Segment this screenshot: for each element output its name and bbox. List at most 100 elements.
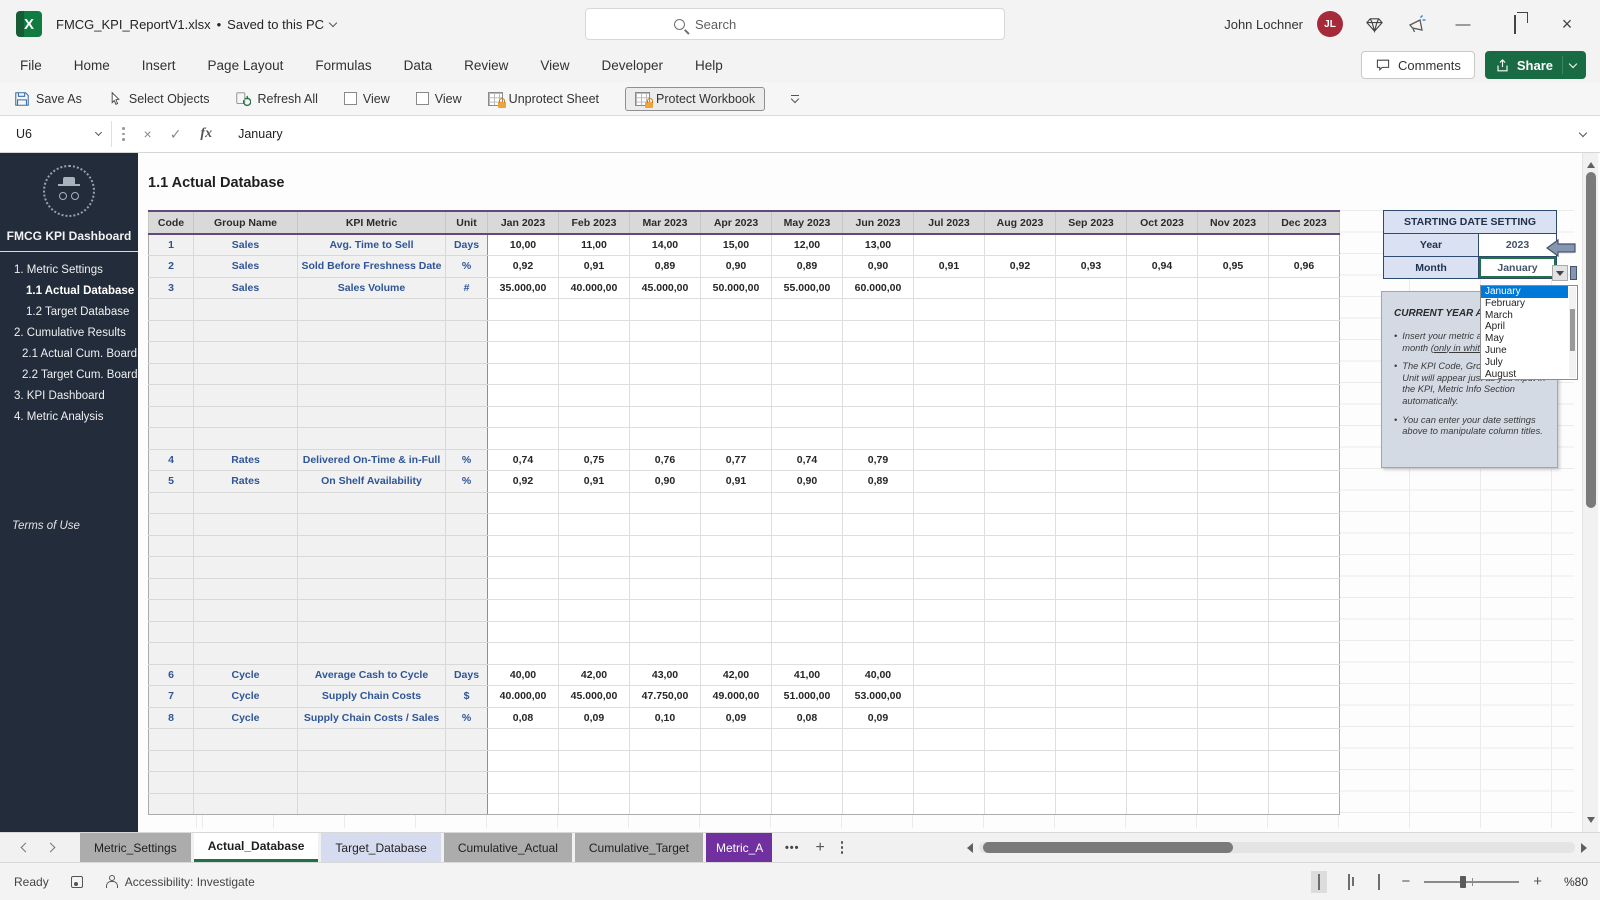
value-cell[interactable]: 0,90 — [700, 255, 772, 278]
sidebar-item-1-metric-settings[interactable]: 1. Metric Settings — [0, 260, 138, 281]
empty-value-cell[interactable] — [558, 362, 630, 385]
scroll-left-icon[interactable] — [962, 842, 973, 853]
empty-value-cell[interactable] — [1197, 427, 1269, 450]
empty-info-cell[interactable] — [445, 728, 488, 751]
month-dropdown-button[interactable] — [1552, 265, 1568, 281]
value-cell[interactable]: 0,75 — [558, 448, 630, 471]
empty-value-cell[interactable] — [1055, 599, 1127, 622]
empty-value-cell[interactable] — [1126, 384, 1198, 407]
empty-info-cell[interactable] — [193, 771, 298, 794]
empty-info-cell[interactable] — [193, 642, 298, 665]
value-cell[interactable] — [1055, 706, 1127, 729]
value-cell[interactable] — [1268, 470, 1340, 493]
user-name[interactable]: John Lochner — [1224, 17, 1303, 32]
empty-value-cell[interactable] — [984, 620, 1056, 643]
unit-cell[interactable]: Days — [445, 663, 488, 686]
value-cell[interactable]: 13,00 — [842, 233, 914, 256]
empty-info-cell[interactable] — [193, 556, 298, 579]
empty-value-cell[interactable] — [1268, 577, 1340, 600]
empty-value-cell[interactable] — [842, 534, 914, 557]
sheet-tab-metric-a[interactable]: Metric_A — [705, 833, 772, 862]
empty-value-cell[interactable] — [700, 362, 772, 385]
sidebar-item-1-2-target-database[interactable]: 1.2 Target Database — [0, 302, 138, 323]
record-macro-icon[interactable] — [70, 875, 83, 888]
empty-value-cell[interactable] — [913, 728, 985, 751]
empty-value-cell[interactable] — [1197, 362, 1269, 385]
premium-diamond-icon[interactable] — [1365, 15, 1384, 34]
empty-value-cell[interactable] — [558, 384, 630, 407]
empty-value-cell[interactable] — [984, 599, 1056, 622]
empty-value-cell[interactable] — [842, 771, 914, 794]
value-cell[interactable] — [984, 448, 1056, 471]
group-cell[interactable]: Rates — [193, 448, 298, 471]
empty-value-cell[interactable] — [984, 427, 1056, 450]
empty-value-cell[interactable] — [913, 362, 985, 385]
empty-value-cell[interactable] — [558, 577, 630, 600]
empty-info-cell[interactable] — [193, 384, 298, 407]
empty-value-cell[interactable] — [487, 577, 559, 600]
value-cell[interactable] — [913, 663, 985, 686]
empty-info-cell[interactable] — [297, 771, 446, 794]
code-cell[interactable]: 2 — [148, 255, 194, 278]
sidebar-item-4-metric-analysis[interactable]: 4. Metric Analysis — [0, 407, 138, 428]
value-cell[interactable]: 42,00 — [558, 663, 630, 686]
menu-item-developer[interactable]: Developer — [601, 58, 663, 73]
empty-info-cell[interactable] — [297, 319, 446, 342]
empty-value-cell[interactable] — [771, 620, 843, 643]
zoom-slider-thumb[interactable] — [1460, 875, 1467, 888]
empty-value-cell[interactable] — [629, 728, 701, 751]
empty-info-cell[interactable] — [445, 491, 488, 514]
drag-handle-icon[interactable] — [122, 127, 125, 141]
empty-value-cell[interactable] — [558, 749, 630, 772]
empty-value-cell[interactable] — [984, 642, 1056, 665]
empty-info-cell[interactable] — [148, 792, 194, 815]
more-sheets-icon[interactable]: ••• — [785, 842, 800, 854]
empty-value-cell[interactable] — [1197, 728, 1269, 751]
empty-value-cell[interactable] — [984, 728, 1056, 751]
vertical-scrollbar[interactable] — [1582, 153, 1598, 832]
empty-value-cell[interactable] — [1055, 728, 1127, 751]
empty-value-cell[interactable] — [558, 298, 630, 321]
value-cell[interactable]: 0,91 — [913, 255, 985, 278]
excel-app-icon[interactable]: X — [16, 11, 42, 37]
value-cell[interactable]: 50.000,00 — [700, 276, 772, 299]
empty-value-cell[interactable] — [487, 534, 559, 557]
empty-info-cell[interactable] — [297, 620, 446, 643]
empty-value-cell[interactable] — [1055, 749, 1127, 772]
empty-value-cell[interactable] — [1126, 362, 1198, 385]
empty-info-cell[interactable] — [148, 384, 194, 407]
empty-value-cell[interactable] — [1268, 534, 1340, 557]
restore-button[interactable] — [1500, 14, 1530, 34]
empty-value-cell[interactable] — [984, 534, 1056, 557]
empty-value-cell[interactable] — [1055, 405, 1127, 428]
month-value-cell[interactable]: January — [1479, 257, 1556, 278]
empty-value-cell[interactable] — [913, 599, 985, 622]
value-cell[interactable] — [1126, 706, 1198, 729]
back-arrow-shape[interactable] — [1546, 239, 1576, 257]
empty-value-cell[interactable] — [629, 534, 701, 557]
value-cell[interactable]: 60.000,00 — [842, 276, 914, 299]
dropdown-option-february[interactable]: February — [1481, 298, 1568, 310]
empty-value-cell[interactable] — [984, 319, 1056, 342]
empty-value-cell[interactable] — [771, 534, 843, 557]
empty-value-cell[interactable] — [842, 341, 914, 364]
empty-value-cell[interactable] — [1126, 599, 1198, 622]
empty-info-cell[interactable] — [297, 384, 446, 407]
empty-value-cell[interactable] — [1268, 728, 1340, 751]
empty-value-cell[interactable] — [629, 427, 701, 450]
value-cell[interactable] — [1197, 470, 1269, 493]
empty-info-cell[interactable] — [297, 728, 446, 751]
horizontal-scrollbar-thumb[interactable] — [983, 842, 1233, 853]
empty-value-cell[interactable] — [771, 491, 843, 514]
view-checkbox-2[interactable]: View — [415, 92, 462, 106]
empty-value-cell[interactable] — [1126, 319, 1198, 342]
empty-value-cell[interactable] — [1268, 319, 1340, 342]
empty-value-cell[interactable] — [487, 749, 559, 772]
value-cell[interactable] — [1268, 685, 1340, 708]
value-cell[interactable]: 12,00 — [771, 233, 843, 256]
empty-info-cell[interactable] — [148, 534, 194, 557]
value-cell[interactable] — [1268, 706, 1340, 729]
empty-value-cell[interactable] — [1126, 298, 1198, 321]
formula-input[interactable]: January — [238, 127, 282, 141]
dropdown-option-april[interactable]: April — [1481, 321, 1568, 333]
